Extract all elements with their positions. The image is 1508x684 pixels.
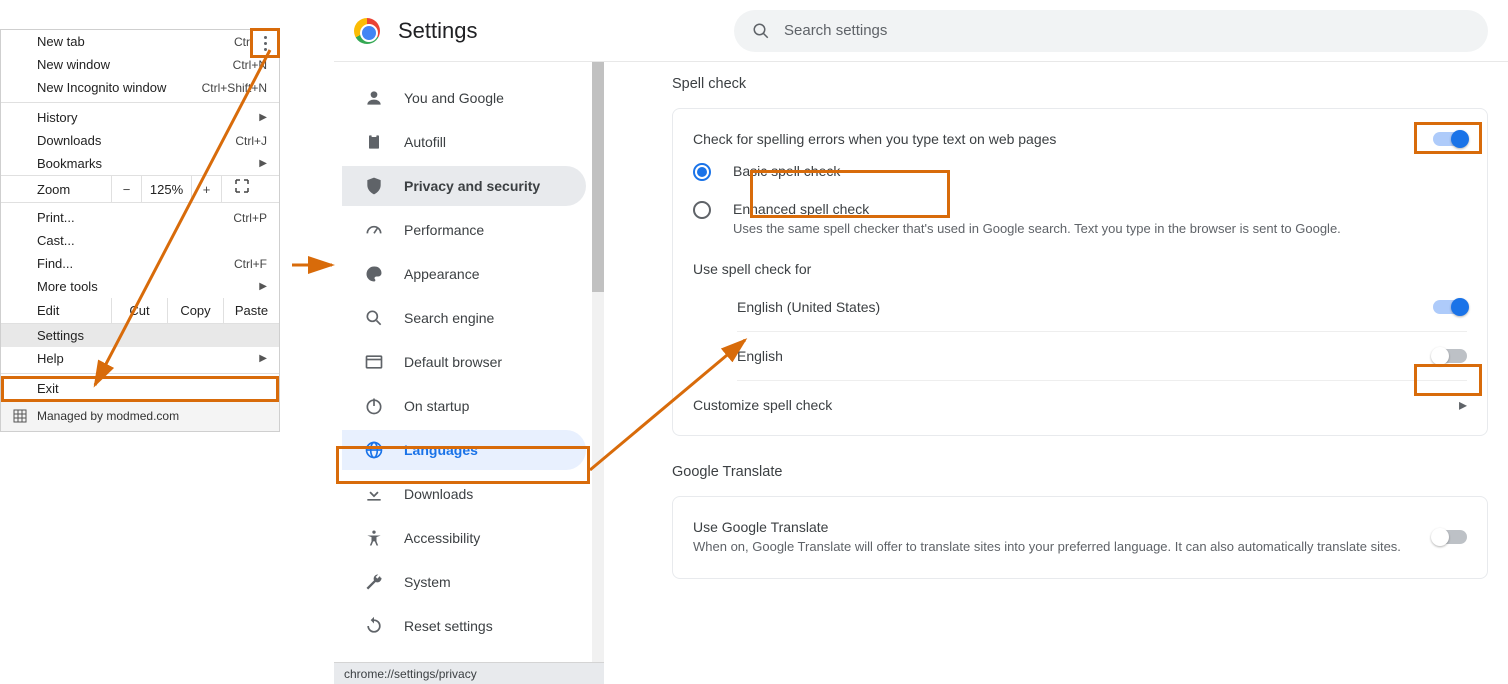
browser-icon <box>364 352 384 372</box>
zoom-in-button[interactable]: + <box>191 176 221 202</box>
palette-icon <box>364 264 384 284</box>
speedometer-icon <box>364 220 384 240</box>
sidebar-item-accessibility[interactable]: Accessibility <box>342 518 586 558</box>
paste-button[interactable]: Paste <box>223 298 279 323</box>
search-placeholder: Search settings <box>784 22 887 39</box>
google-translate-toggle[interactable] <box>1433 530 1467 544</box>
chevron-right-icon: ▶ <box>259 158 267 169</box>
sidebar-item-privacy[interactable]: Privacy and security <box>342 166 586 206</box>
chrome-context-menu: New tabCtrl+T New windowCtrl+N New Incog… <box>0 29 280 432</box>
app-header: Settings Search settings <box>334 0 1508 62</box>
sidebar-item-performance[interactable]: Performance <box>342 210 586 250</box>
fullscreen-button[interactable] <box>221 176 261 202</box>
page-title: Settings <box>398 18 478 44</box>
menu-bookmarks[interactable]: Bookmarks▶ <box>1 152 279 175</box>
accessibility-icon <box>364 528 384 548</box>
menu-help[interactable]: Help▶ <box>1 347 279 370</box>
lang-en-us-label: English (United States) <box>737 299 1433 315</box>
menu-new-tab[interactable]: New tabCtrl+T <box>1 30 279 53</box>
annotation-arrow <box>290 255 340 275</box>
chrome-menu-button[interactable] <box>250 28 280 58</box>
search-icon <box>752 22 770 40</box>
settings-window: Settings Search settings You and Google … <box>334 0 1508 684</box>
sidebar-item-search-engine[interactable]: Search engine <box>342 298 586 338</box>
person-icon <box>364 88 384 108</box>
google-translate-card: Use Google Translate When on, Google Tra… <box>672 496 1488 580</box>
spell-check-card: Check for spelling errors when you type … <box>672 108 1488 436</box>
enhanced-spell-label: Enhanced spell check <box>733 201 1467 217</box>
zoom-label: Zoom <box>1 182 111 197</box>
menu-managed-by[interactable]: Managed by modmed.com <box>1 400 279 431</box>
building-icon <box>13 409 27 423</box>
managed-label: Managed by modmed.com <box>37 409 179 423</box>
enhanced-spell-sublabel: Uses the same spell checker that's used … <box>733 219 1467 239</box>
chevron-right-icon: ▶ <box>259 353 267 364</box>
power-icon <box>364 396 384 416</box>
use-spell-check-for-label: Use spell check for <box>693 261 1467 277</box>
edit-label: Edit <box>1 303 111 318</box>
menu-separator <box>1 102 279 103</box>
sidebar-item-default-browser[interactable]: Default browser <box>342 342 586 382</box>
sidebar-item-you-and-google[interactable]: You and Google <box>342 78 586 118</box>
use-google-translate-sublabel: When on, Google Translate will offer to … <box>693 537 1433 557</box>
menu-edit-row: Edit Cut Copy Paste <box>1 298 279 324</box>
menu-find[interactable]: Find...Ctrl+F <box>1 252 279 275</box>
menu-print[interactable]: Print...Ctrl+P <box>1 206 279 229</box>
customize-spell-check-row[interactable]: Customize spell check ▸ <box>693 381 1467 419</box>
globe-icon <box>364 440 384 460</box>
menu-cast[interactable]: Cast... <box>1 229 279 252</box>
lang-en-label: English <box>737 348 1433 364</box>
enhanced-spell-radio[interactable] <box>693 201 711 219</box>
menu-new-incognito[interactable]: New Incognito windowCtrl+Shift+N <box>1 76 279 99</box>
zoom-out-button[interactable]: − <box>111 176 141 202</box>
sidebar-item-downloads[interactable]: Downloads <box>342 474 586 514</box>
clipboard-icon <box>364 132 384 152</box>
spell-check-toggle-label: Check for spelling errors when you type … <box>693 131 1433 147</box>
menu-separator <box>1 373 279 374</box>
copy-button[interactable]: Copy <box>167 298 223 323</box>
menu-zoom: Zoom − 125% + <box>1 175 279 203</box>
spell-check-heading: Spell check <box>672 76 1488 92</box>
basic-spell-label: Basic spell check <box>733 163 1467 179</box>
sidebar-item-appearance[interactable]: Appearance <box>342 254 586 294</box>
dots-vertical-icon <box>264 36 267 51</box>
cut-button[interactable]: Cut <box>111 298 167 323</box>
chevron-right-icon: ▶ <box>259 112 267 123</box>
reset-icon <box>364 616 384 636</box>
lang-en-us-toggle[interactable] <box>1433 300 1467 314</box>
sidebar-item-on-startup[interactable]: On startup <box>342 386 586 426</box>
menu-settings[interactable]: Settings <box>1 324 279 347</box>
sidebar-item-languages[interactable]: Languages <box>342 430 586 470</box>
menu-history[interactable]: History▶ <box>1 106 279 129</box>
menu-exit[interactable]: Exit <box>1 377 279 400</box>
download-icon <box>364 484 384 504</box>
search-icon <box>364 308 384 328</box>
sidebar-item-system[interactable]: System <box>342 562 586 602</box>
search-settings-input[interactable]: Search settings <box>734 10 1488 52</box>
settings-main-pane: Spell check Check for spelling errors wh… <box>592 62 1508 684</box>
menu-downloads[interactable]: DownloadsCtrl+J <box>1 129 279 152</box>
wrench-icon <box>364 572 384 592</box>
lang-en-toggle[interactable] <box>1433 349 1467 363</box>
settings-sidebar: You and Google Autofill Privacy and secu… <box>334 62 592 684</box>
zoom-value: 125% <box>141 176 191 202</box>
google-translate-heading: Google Translate <box>672 464 1488 480</box>
spell-check-toggle[interactable] <box>1433 132 1467 146</box>
shield-icon <box>364 176 384 196</box>
chevron-right-icon: ▶ <box>259 281 267 292</box>
menu-more-tools[interactable]: More tools▶ <box>1 275 279 298</box>
sidebar-item-reset[interactable]: Reset settings <box>342 606 586 646</box>
chrome-logo-icon <box>354 18 380 44</box>
use-google-translate-label: Use Google Translate <box>693 519 1433 535</box>
basic-spell-radio[interactable] <box>693 163 711 181</box>
status-bar: chrome://settings/privacy <box>334 662 604 684</box>
menu-new-window[interactable]: New windowCtrl+N <box>1 53 279 76</box>
chevron-right-icon: ▸ <box>1459 395 1467 415</box>
sidebar-item-autofill[interactable]: Autofill <box>342 122 586 162</box>
